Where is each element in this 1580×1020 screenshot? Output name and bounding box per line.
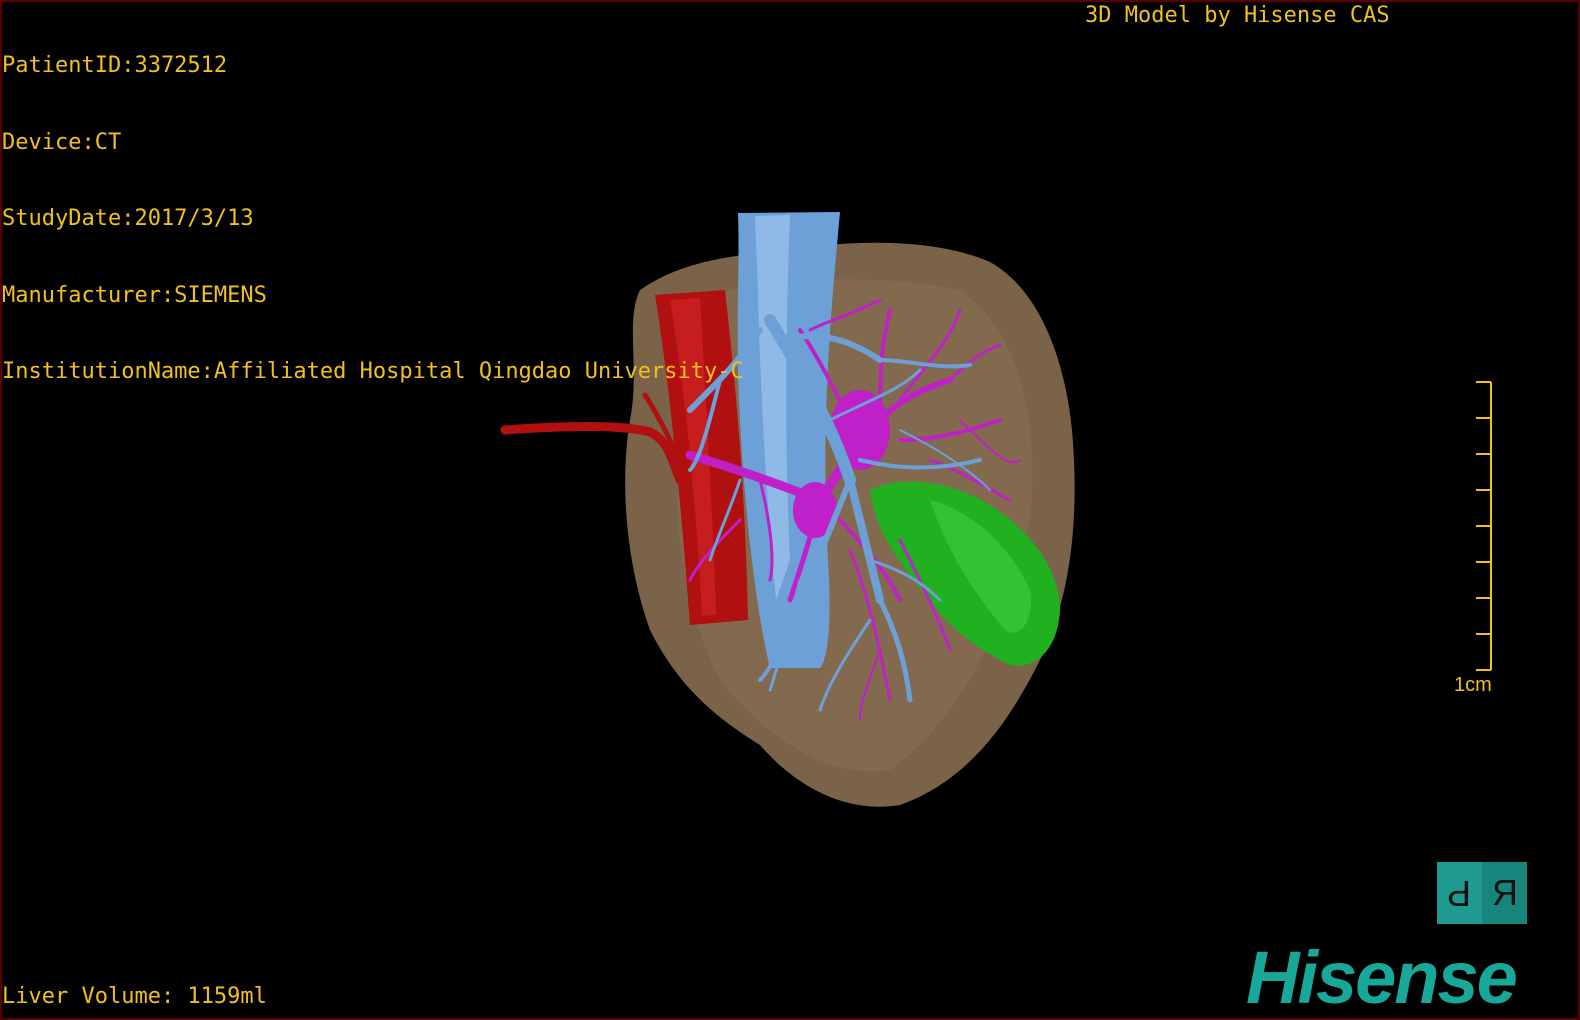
- device: Device:CT: [2, 129, 122, 155]
- orientation-glyph-r: R: [1491, 872, 1518, 913]
- orientation-glyph-p: P: [1447, 873, 1472, 914]
- hisense-logo: Hisense: [1246, 936, 1518, 1019]
- dicom-info-overlay: PatientID:3372512 Device:CT StudyDate:20…: [2, 2, 744, 410]
- institution-name: InstitutionName:Affiliated Hospital Qing…: [2, 359, 744, 384]
- orientation-face-posterior[interactable]: P: [1437, 862, 1482, 924]
- orientation-cube[interactable]: P R: [1437, 862, 1527, 924]
- manufacturer: Manufacturer:SIEMENS: [2, 282, 267, 308]
- model-credit: 3D Model by Hisense CAS: [1085, 3, 1390, 28]
- scale-bar-label: 1cm: [1454, 674, 1492, 696]
- scale-bar: [1476, 381, 1492, 671]
- orientation-face-right[interactable]: R: [1482, 862, 1527, 924]
- patient-id: PatientID:3372512: [2, 53, 228, 78]
- study-date: StudyDate:2017/3/13: [2, 206, 254, 231]
- liver-volume: Liver Volume: 1159ml: [2, 984, 267, 1009]
